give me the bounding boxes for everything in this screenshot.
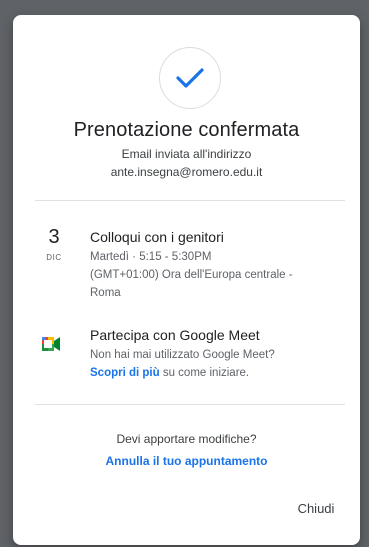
divider-top bbox=[35, 200, 345, 201]
event-timezone-city: Roma bbox=[90, 287, 121, 299]
event-title: Colloqui con i genitori bbox=[90, 229, 224, 245]
event-time: Martedì · 5:15 - 5:30PM bbox=[90, 251, 212, 263]
google-meet-icon bbox=[42, 337, 60, 351]
meet-learn-more-line: Scopri di più su come iniziare. bbox=[90, 365, 249, 382]
close-button[interactable]: Chiudi bbox=[285, 494, 347, 522]
event-date-month: DIC bbox=[46, 253, 62, 262]
learn-more-suffix: su come iniziare. bbox=[159, 367, 250, 379]
meet-title: Partecipa con Google Meet bbox=[90, 327, 260, 343]
event-date-day: 3 bbox=[48, 226, 60, 248]
booking-confirmation-dialog: Prenotazione confermata Email inviata al… bbox=[13, 15, 360, 545]
dialog-title: Prenotazione confermata bbox=[73, 119, 300, 141]
check-icon bbox=[176, 68, 204, 88]
event-timezone: (GMT+01:00) Ora dell'Europa centrale - bbox=[90, 269, 293, 281]
email-sent-label: Email inviata all'indirizzo bbox=[121, 147, 252, 161]
divider-bottom bbox=[35, 404, 345, 405]
learn-more-link[interactable]: Scopri di più bbox=[90, 367, 160, 379]
email-address: ante.insegna@romero.edu.it bbox=[110, 165, 263, 179]
cancel-appointment-link[interactable]: Annulla il tuo appuntamento bbox=[13, 454, 360, 468]
meet-question: Non hai mai utilizzato Google Meet? bbox=[90, 349, 275, 361]
confirmation-badge bbox=[159, 47, 221, 109]
changes-question: Devi apportare modifiche? bbox=[116, 432, 257, 446]
